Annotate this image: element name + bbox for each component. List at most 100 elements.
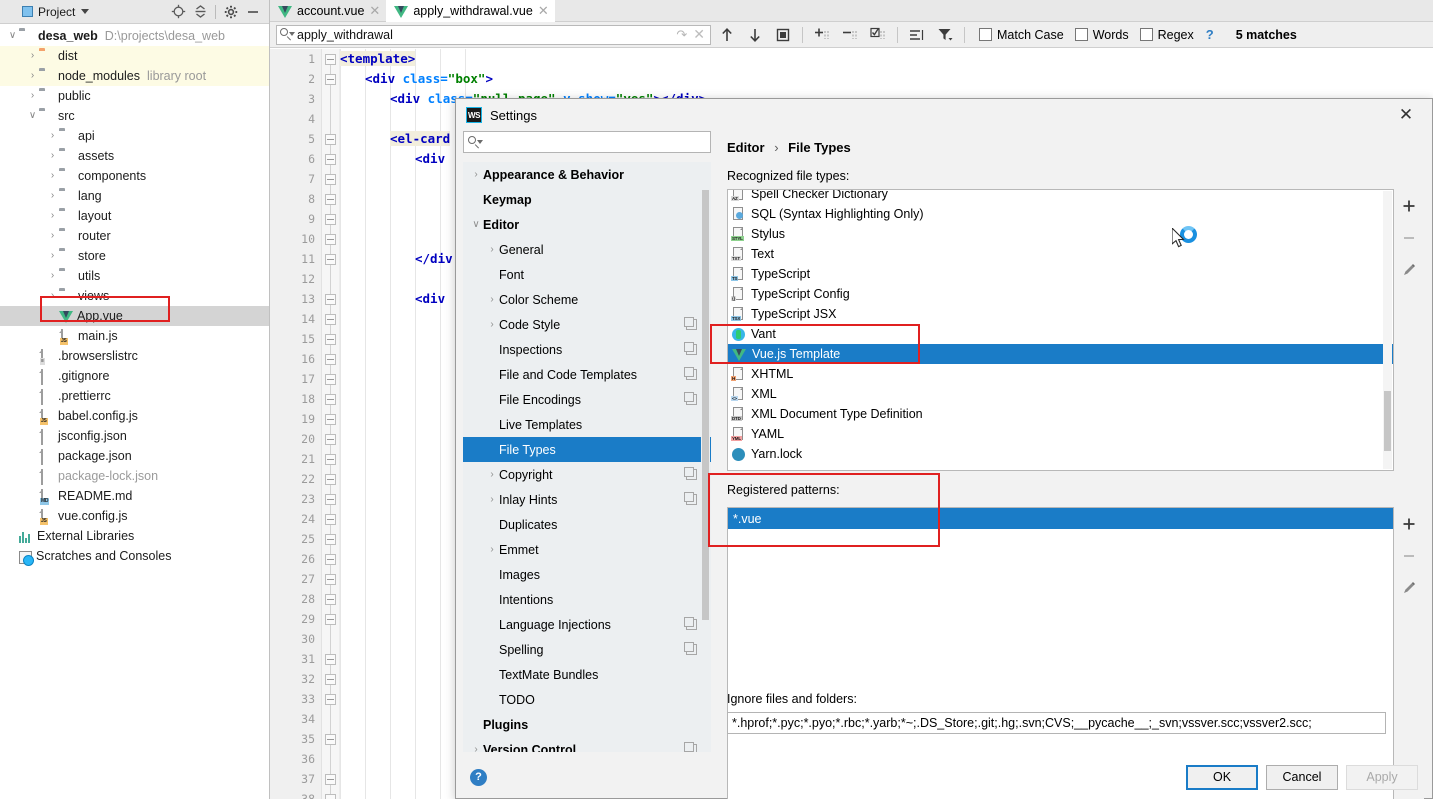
settings-item-editor[interactable]: ∨ Editor [463,212,711,237]
tree-item-layout[interactable]: › layout [0,206,269,226]
file-type-row[interactable]: YML YAML [728,424,1393,444]
words-checkbox[interactable]: Words [1074,28,1129,42]
tree-item-dist[interactable]: › dist [0,46,269,66]
code-line[interactable]: <div class="box"> [340,69,1433,89]
tree-item-main-js[interactable]: •JS main.js [0,326,269,346]
settings-item-general[interactable]: › General [463,237,711,262]
file-types-scrollbar[interactable] [1383,191,1392,469]
settings-item-inspections[interactable]: Inspections [463,337,711,362]
settings-item-plugins[interactable]: Plugins [463,712,711,737]
chevron-icon[interactable]: ∨ [26,111,39,121]
history-icon[interactable]: ↷ [676,27,687,43]
tree-item-components[interactable]: › components [0,166,269,186]
settings-item-version-control[interactable]: › Version Control [463,737,711,752]
settings-item-font[interactable]: Font [463,262,711,287]
tree-root-item[interactable]: ∨ desa_web D:\projects\desa_web [0,26,269,46]
file-type-row[interactable]: TXT Text [728,244,1393,264]
file-type-row[interactable]: SQL (Syntax Highlighting Only) [728,204,1393,224]
chevron-icon[interactable]: › [46,271,59,281]
chevron-down-icon[interactable]: ∨ [6,31,19,41]
file-type-row[interactable]: {} TypeScript Config [728,284,1393,304]
ok-button[interactable]: OK [1186,764,1258,790]
scrollbar-thumb[interactable] [702,190,709,620]
settings-item-keymap[interactable]: Keymap [463,187,711,212]
file-type-row[interactable]: DTD XML Document Type Definition [728,404,1393,424]
close-icon[interactable]: ✕ [1386,100,1426,130]
minimize-icon[interactable] [243,2,263,22]
chevron-icon[interactable]: › [46,171,59,181]
add-selection-icon[interactable] [810,24,834,46]
new-line-icon[interactable] [905,24,929,46]
find-previous-button[interactable] [715,24,739,46]
tree-item-package-lock-json[interactable]: • package-lock.json [0,466,269,486]
ignore-files-input[interactable]: *.hprof;*.pyc;*.pyo;*.rbc;*.yarb;*~;.DS_… [727,712,1386,734]
settings-item-live-templates[interactable]: Live Templates [463,412,711,437]
open-in-find-window-icon[interactable] [771,24,795,46]
settings-item-code-style[interactable]: › Code Style [463,312,711,337]
filter-icon[interactable] [933,24,957,46]
cancel-button[interactable]: Cancel [1266,764,1338,790]
settings-item-spelling[interactable]: Spelling [463,637,711,662]
settings-item-emmet[interactable]: › Emmet [463,537,711,562]
settings-item-inlay-hints[interactable]: › Inlay Hints [463,487,711,512]
tree-item-package-json[interactable]: • package.json [0,446,269,466]
edit-icon[interactable] [1396,575,1422,601]
chevron-icon[interactable]: › [46,151,59,161]
tree-item-vue-config-js[interactable]: •JS vue.config.js [0,506,269,526]
file-type-row[interactable]: STYL Stylus [728,224,1393,244]
add-icon[interactable] [1396,193,1422,219]
settings-item-copyright[interactable]: › Copyright [463,462,711,487]
tree-item-lang[interactable]: › lang [0,186,269,206]
chevron-icon[interactable]: › [485,544,499,555]
file-type-row[interactable]: TSX TypeScript JSX [728,304,1393,324]
tab-apply-withdrawal-vue[interactable]: apply_withdrawal.vue ✕ [386,0,556,22]
file-type-row[interactable]: H XHTML [728,364,1393,384]
settings-item-file-and-code-templates[interactable]: File and Code Templates [463,362,711,387]
settings-search-field[interactable] [481,135,706,149]
settings-item-duplicates[interactable]: Duplicates [463,512,711,537]
help-icon[interactable]: ? [470,768,487,786]
chevron-icon[interactable]: › [46,231,59,241]
settings-item-color-scheme[interactable]: › Color Scheme [463,287,711,312]
settings-tree[interactable]: › Appearance & Behavior Keymap ∨ Editor › Gene… [463,162,711,752]
tab-account-vue[interactable]: account.vue ✕ [270,0,387,21]
tree-item-store[interactable]: › store [0,246,269,266]
tree-item-views[interactable]: › views [0,286,269,306]
chevron-icon[interactable]: › [485,319,499,330]
settings-item-intentions[interactable]: Intentions [463,587,711,612]
match-case-checkbox[interactable]: Match Case [979,28,1064,42]
close-icon[interactable]: ✕ [369,4,380,17]
tree-item-jsconfig-json[interactable]: • jsconfig.json [0,426,269,446]
settings-item-language-injections[interactable]: Language Injections [463,612,711,637]
select-all-occurrences-icon[interactable] [866,24,890,46]
file-type-row[interactable]: AZ Spell Checker Dictionary [728,190,1393,204]
find-next-button[interactable] [743,24,767,46]
tree-item--prettierrc[interactable]: • .prettierrc [0,386,269,406]
tree-item--browserslistrc[interactable]: •≡ .browserslistrc [0,346,269,366]
tree-item-node-modules[interactable]: › node_modules library root [0,66,269,86]
locate-icon[interactable] [168,2,188,22]
chevron-icon[interactable]: › [469,744,483,752]
file-type-row[interactable]: TS TypeScript [728,264,1393,284]
chevron-icon[interactable]: › [469,169,483,180]
chevron-icon[interactable]: › [26,71,39,81]
chevron-icon[interactable]: › [46,211,59,221]
remove-icon[interactable] [1396,225,1422,251]
tree-item--gitignore[interactable]: • .gitignore [0,366,269,386]
tree-item-src[interactable]: ∨ src [0,106,269,126]
regex-checkbox[interactable]: Regex [1139,28,1194,42]
help-icon[interactable]: ? [1206,27,1214,42]
pattern-row[interactable]: *.vue [728,508,1393,529]
settings-tree-scrollbar[interactable] [701,162,710,752]
chevron-icon[interactable]: › [46,291,59,301]
chevron-icon[interactable]: › [485,244,499,255]
chevron-icon[interactable]: › [26,51,39,61]
find-input[interactable]: apply_withdrawal ↷ ✕ [276,24,711,45]
tree-item-assets[interactable]: › assets [0,146,269,166]
chevron-icon[interactable]: › [26,91,39,101]
settings-item-file-types[interactable]: File Types [463,437,711,462]
breadcrumb-parent[interactable]: Editor [727,140,765,155]
file-type-row[interactable]: Vant [728,324,1393,344]
chevron-icon[interactable]: › [485,469,499,480]
file-type-row[interactable]: Vue.js Template [728,344,1393,364]
